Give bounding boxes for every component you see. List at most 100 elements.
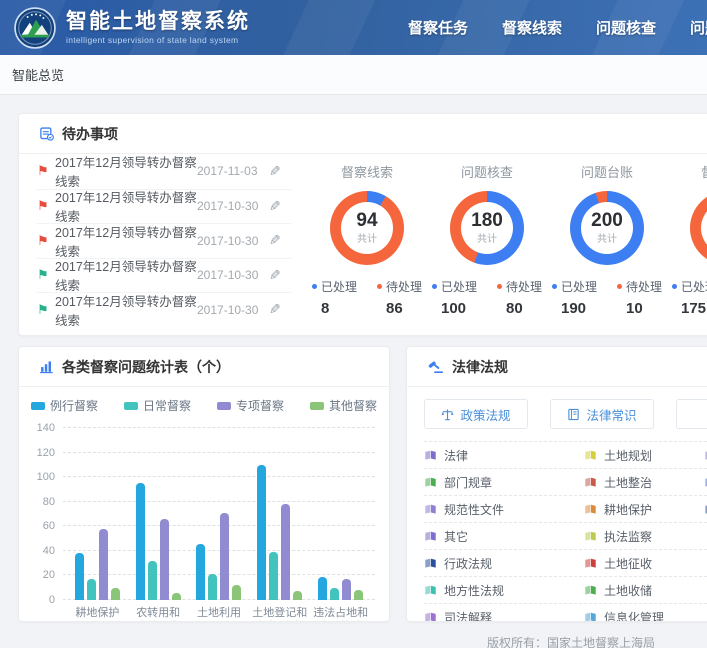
law-panel: 法律法规 政策法规	[406, 346, 707, 622]
bar-日常督察[interactable]	[208, 574, 217, 600]
law-grid-row: 司法解释 信息化管理	[424, 604, 707, 622]
bar-专项督察[interactable]	[281, 504, 290, 600]
edit-pencil-icon[interactable]: ✎	[269, 267, 291, 284]
donut-ring: 94共计	[330, 191, 404, 265]
book-icon	[424, 584, 437, 597]
nav-item-1[interactable]: 督察任务	[408, 17, 468, 38]
legend-swatch	[310, 402, 324, 410]
todo-item-text: 2017年12月领导转办督察线索	[55, 152, 197, 190]
bar-其他督察[interactable]	[111, 588, 120, 600]
law-item[interactable]: 其它	[424, 528, 584, 545]
bar-日常督察[interactable]	[330, 588, 339, 600]
law-item[interactable]: 执法监察	[584, 528, 704, 545]
bar-日常督察[interactable]	[148, 561, 157, 600]
nav-item-2[interactable]: 督察线索	[502, 17, 562, 38]
law-item[interactable]: 行政法规	[424, 555, 584, 572]
law-extra-button[interactable]	[676, 399, 707, 429]
donut-legend-pending: 待处理80	[497, 278, 542, 317]
bar-chart-legend: 例行督察 日常督察 专项督察 其他督察	[19, 397, 389, 414]
bar-专项督察[interactable]	[220, 513, 229, 600]
bar-其他督察[interactable]	[293, 591, 302, 600]
todo-list-item[interactable]: ⚑2017年12月领导转办督察线索2017-10-30✎	[37, 292, 291, 327]
law-item[interactable]: 司法解释	[424, 609, 584, 623]
donut-total-value: 180	[471, 211, 503, 231]
book-icon	[424, 503, 437, 516]
bar-例行督察[interactable]	[136, 483, 145, 600]
app-logo-icon	[14, 7, 56, 49]
law-item[interactable]: 法律	[424, 447, 584, 464]
bar-例行督察[interactable]	[196, 544, 205, 601]
donut-legend-processed: 已处理175	[672, 278, 707, 317]
processed-dot-icon	[312, 284, 317, 289]
donut-total-value: 200	[591, 211, 623, 231]
book-icon	[424, 530, 437, 543]
edit-pencil-icon[interactable]: ✎	[269, 163, 291, 180]
bar-专项督察[interactable]	[342, 579, 351, 600]
donut-legend-value: 10	[617, 300, 662, 317]
law-item[interactable]: 土地收储	[584, 582, 704, 599]
law-item[interactable]: 土地整治	[584, 474, 704, 491]
donut-legend-label: 已处理	[432, 278, 477, 295]
donut-total-label: 共计	[477, 230, 497, 245]
bar-专项督察[interactable]	[99, 529, 108, 600]
stat-donut-block: 督察任务共计已处理175待处理	[667, 162, 707, 336]
legend-item[interactable]: 日常督察	[124, 397, 191, 414]
todo-list-item[interactable]: ⚑2017年12月领导转办督察线索2017-10-30✎	[37, 189, 291, 224]
book-icon	[424, 449, 437, 462]
bar-chart-panel-header: 各类督察问题统计表（个）	[19, 347, 389, 387]
donut-legend: 已处理190待处理10	[547, 278, 667, 317]
todo-list-item[interactable]: ⚑2017年12月领导转办督察线索2017-11-03✎	[37, 154, 291, 189]
law-item-label: 信息化管理	[604, 609, 664, 623]
legal-knowledge-button[interactable]: 法律常识	[550, 399, 654, 429]
law-item[interactable]: 规范性文件	[424, 501, 584, 518]
pending-dot-icon	[497, 284, 502, 289]
bar-例行督察[interactable]	[318, 577, 327, 600]
todo-panel-title: 待办事项	[62, 124, 118, 144]
book-icon	[584, 611, 597, 623]
donut-ring: 180共计	[450, 191, 524, 265]
law-item-label: 其它	[444, 528, 468, 545]
law-item-label: 司法解释	[444, 609, 492, 623]
legend-label: 专项督察	[236, 397, 284, 414]
donut-legend-processed: 已处理100	[432, 278, 477, 317]
law-item[interactable]: 耕地保护	[584, 501, 704, 518]
legend-item[interactable]: 其他督察	[310, 397, 377, 414]
law-item[interactable]: 土地规划	[584, 447, 704, 464]
donut-legend: 已处理8待处理86	[307, 278, 427, 317]
law-item[interactable]: 土地征收	[584, 555, 704, 572]
bar-其他督察[interactable]	[232, 585, 241, 600]
todo-list-item[interactable]: ⚑2017年12月领导转办督察线索2017-10-30✎	[37, 258, 291, 293]
book-icon	[567, 408, 580, 421]
nav-item-3[interactable]: 问题核查	[596, 17, 656, 38]
bar-其他督察[interactable]	[354, 590, 363, 600]
edit-pencil-icon[interactable]: ✎	[269, 198, 291, 215]
bar-group	[136, 428, 181, 600]
bar-其他督察[interactable]	[172, 593, 181, 600]
bar-日常督察[interactable]	[269, 552, 278, 600]
bar-日常督察[interactable]	[87, 579, 96, 600]
edit-pencil-icon[interactable]: ✎	[269, 301, 291, 318]
policy-regulations-button[interactable]: 政策法规	[424, 399, 528, 429]
bar-例行督察[interactable]	[75, 553, 84, 600]
bar-专项督察[interactable]	[160, 519, 169, 600]
legend-item[interactable]: 例行督察	[31, 397, 98, 414]
edit-pencil-icon[interactable]: ✎	[269, 232, 291, 249]
book-icon	[584, 476, 597, 489]
flag-icon: ⚑	[37, 267, 55, 283]
todo-list-item[interactable]: ⚑2017年12月领导转办督察线索2017-10-30✎	[37, 223, 291, 258]
law-item[interactable]: 部门规章	[424, 474, 584, 491]
book-icon	[584, 503, 597, 516]
main-content: 待办事项 ⚑2017年12月领导转办督察线索2017-11-03✎⚑2017年1…	[0, 95, 707, 622]
bar-chart-title: 各类督察问题统计表（个）	[62, 357, 230, 377]
law-item[interactable]: 地方性法规	[424, 582, 584, 599]
stat-donut-block: 督察线索94共计已处理8待处理86	[307, 162, 427, 336]
law-item[interactable]: 信息化管理	[584, 609, 704, 623]
nav-item-4[interactable]: 问题台账	[690, 17, 707, 38]
app-subtitle: intelligent supervision of state land sy…	[66, 35, 250, 45]
book-icon	[584, 557, 597, 570]
legend-item[interactable]: 专项督察	[217, 397, 284, 414]
book-icon	[584, 530, 597, 543]
book-icon	[584, 557, 597, 570]
law-panel-title: 法律法规	[452, 357, 508, 377]
bar-例行督察[interactable]	[257, 465, 266, 600]
